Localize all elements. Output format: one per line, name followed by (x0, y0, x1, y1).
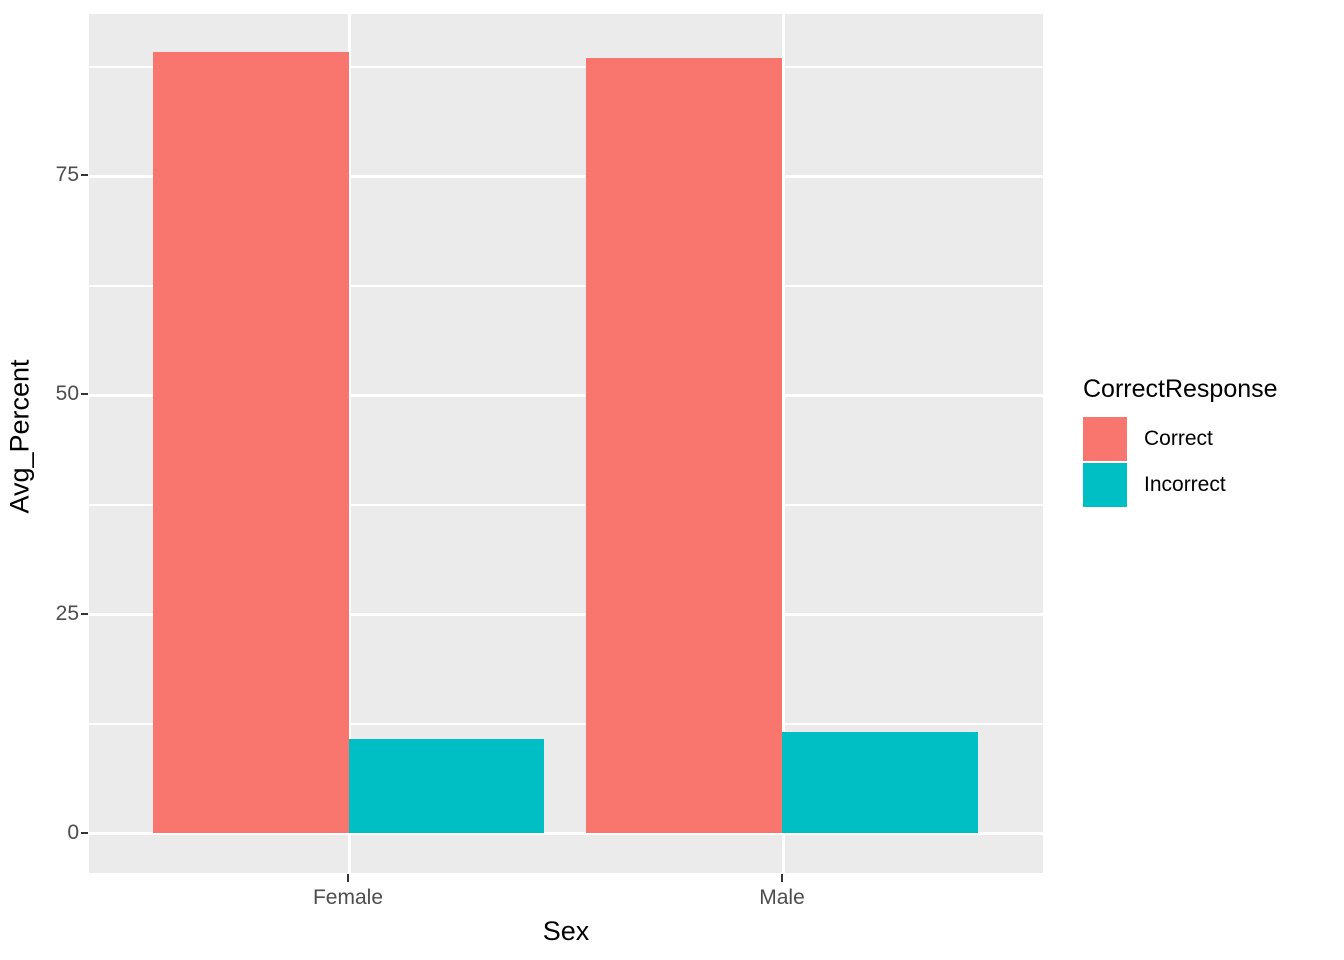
y-axis-tick-labels: 0 25 50 75 (29, 0, 79, 960)
chart-figure: Avg_Percent 0 25 50 75 Female Male Sex C… (0, 0, 1344, 960)
bar-male-incorrect[interactable] (782, 732, 978, 833)
x-axis-title: Sex (542, 916, 590, 946)
legend-item-correct[interactable]: Correct (1083, 416, 1333, 462)
x-tick-mark-male (781, 874, 783, 882)
bar-female-correct[interactable] (153, 52, 349, 833)
bar-female-incorrect[interactable] (349, 739, 544, 833)
legend-swatch-incorrect-icon (1083, 463, 1127, 507)
x-tick-label-female: Female (312, 886, 384, 909)
x-tick-mark-female (347, 874, 349, 882)
y-tick-label-75: 75 (55, 163, 79, 186)
y-tick-mark-50 (81, 393, 88, 395)
legend-label-correct: Correct (1144, 427, 1213, 450)
legend-title: CorrectResponse (1083, 375, 1278, 403)
y-tick-mark-75 (81, 174, 88, 176)
y-tick-mark-25 (81, 613, 88, 615)
bar-male-correct[interactable] (586, 58, 782, 833)
y-tick-label-25: 25 (55, 602, 79, 625)
legend-label-incorrect: Incorrect (1144, 473, 1226, 496)
legend-swatch-correct-icon (1083, 417, 1127, 461)
y-tick-mark-0 (81, 832, 88, 834)
x-tick-label-male: Male (759, 886, 805, 909)
legend-item-incorrect[interactable]: Incorrect (1083, 462, 1333, 508)
legend-key-correct (1083, 417, 1127, 461)
legend: CorrectResponse Correct Incorrect (1083, 375, 1333, 508)
plot-panel (89, 14, 1043, 873)
y-tick-label-50: 50 (55, 382, 79, 405)
legend-key-incorrect (1083, 463, 1127, 507)
y-tick-label-0: 0 (67, 821, 79, 844)
